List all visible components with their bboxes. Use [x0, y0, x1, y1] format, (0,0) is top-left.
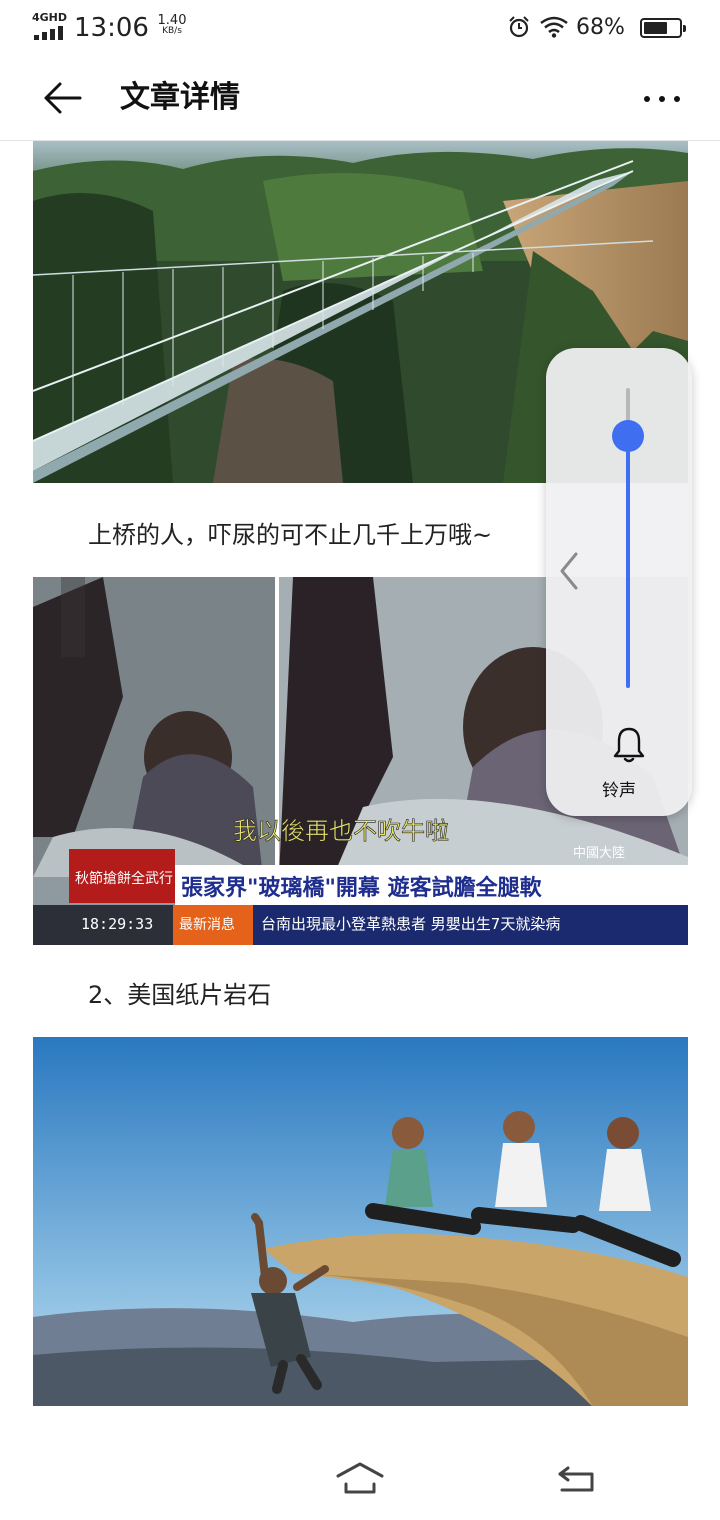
bell-icon[interactable]	[612, 726, 646, 764]
back-icon[interactable]	[556, 1460, 600, 1496]
tv-time: 18:29:33	[81, 915, 153, 933]
wifi-icon	[540, 16, 568, 38]
volume-slider-fill	[626, 436, 630, 688]
network-speed: 1.40 KB/s	[157, 13, 187, 36]
navigation-bar	[0, 1406, 720, 1520]
tv-caption-2: 張家界"玻璃橋"開幕 遊客試膽全腿軟	[181, 875, 543, 901]
tv-breaking: 最新消息	[179, 916, 235, 933]
battery-icon	[640, 18, 686, 38]
volume-panel: 铃声	[546, 348, 692, 816]
chevron-left-icon[interactable]	[554, 548, 584, 594]
tv-location-label: 中國大陸	[573, 845, 625, 861]
more-options-icon[interactable]	[636, 76, 688, 120]
battery-percent: 68%	[576, 15, 625, 40]
back-arrow-icon[interactable]	[36, 74, 92, 122]
tv-tag: 秋節搶餅全武行	[75, 870, 173, 887]
tv-ticker: 台南出現最小登革熱患者 男嬰出生7天就染病	[261, 915, 560, 933]
cellular-signal-icon: 4GHD	[32, 12, 68, 40]
tv-caption-1: 我以後再也不吹牛啦	[233, 817, 449, 845]
ringtone-label: 铃声	[602, 781, 636, 801]
app-header: 文章详情	[0, 56, 720, 141]
paragraph-2: 2、美国纸片岩石	[88, 981, 272, 1009]
paragraph-1: 上桥的人，吓尿的可不止几千上万哦~	[88, 521, 493, 549]
alarm-icon	[509, 16, 529, 38]
volume-slider-knob[interactable]	[612, 420, 644, 452]
clock: 13:06	[74, 13, 149, 43]
page-title: 文章详情	[120, 80, 240, 115]
status-bar: 4GHD 13:06 1.40 KB/s 68%	[0, 0, 720, 56]
network-type: 4GHD	[32, 11, 68, 24]
paper-rock-photo	[33, 1037, 688, 1406]
home-icon[interactable]	[334, 1458, 386, 1498]
